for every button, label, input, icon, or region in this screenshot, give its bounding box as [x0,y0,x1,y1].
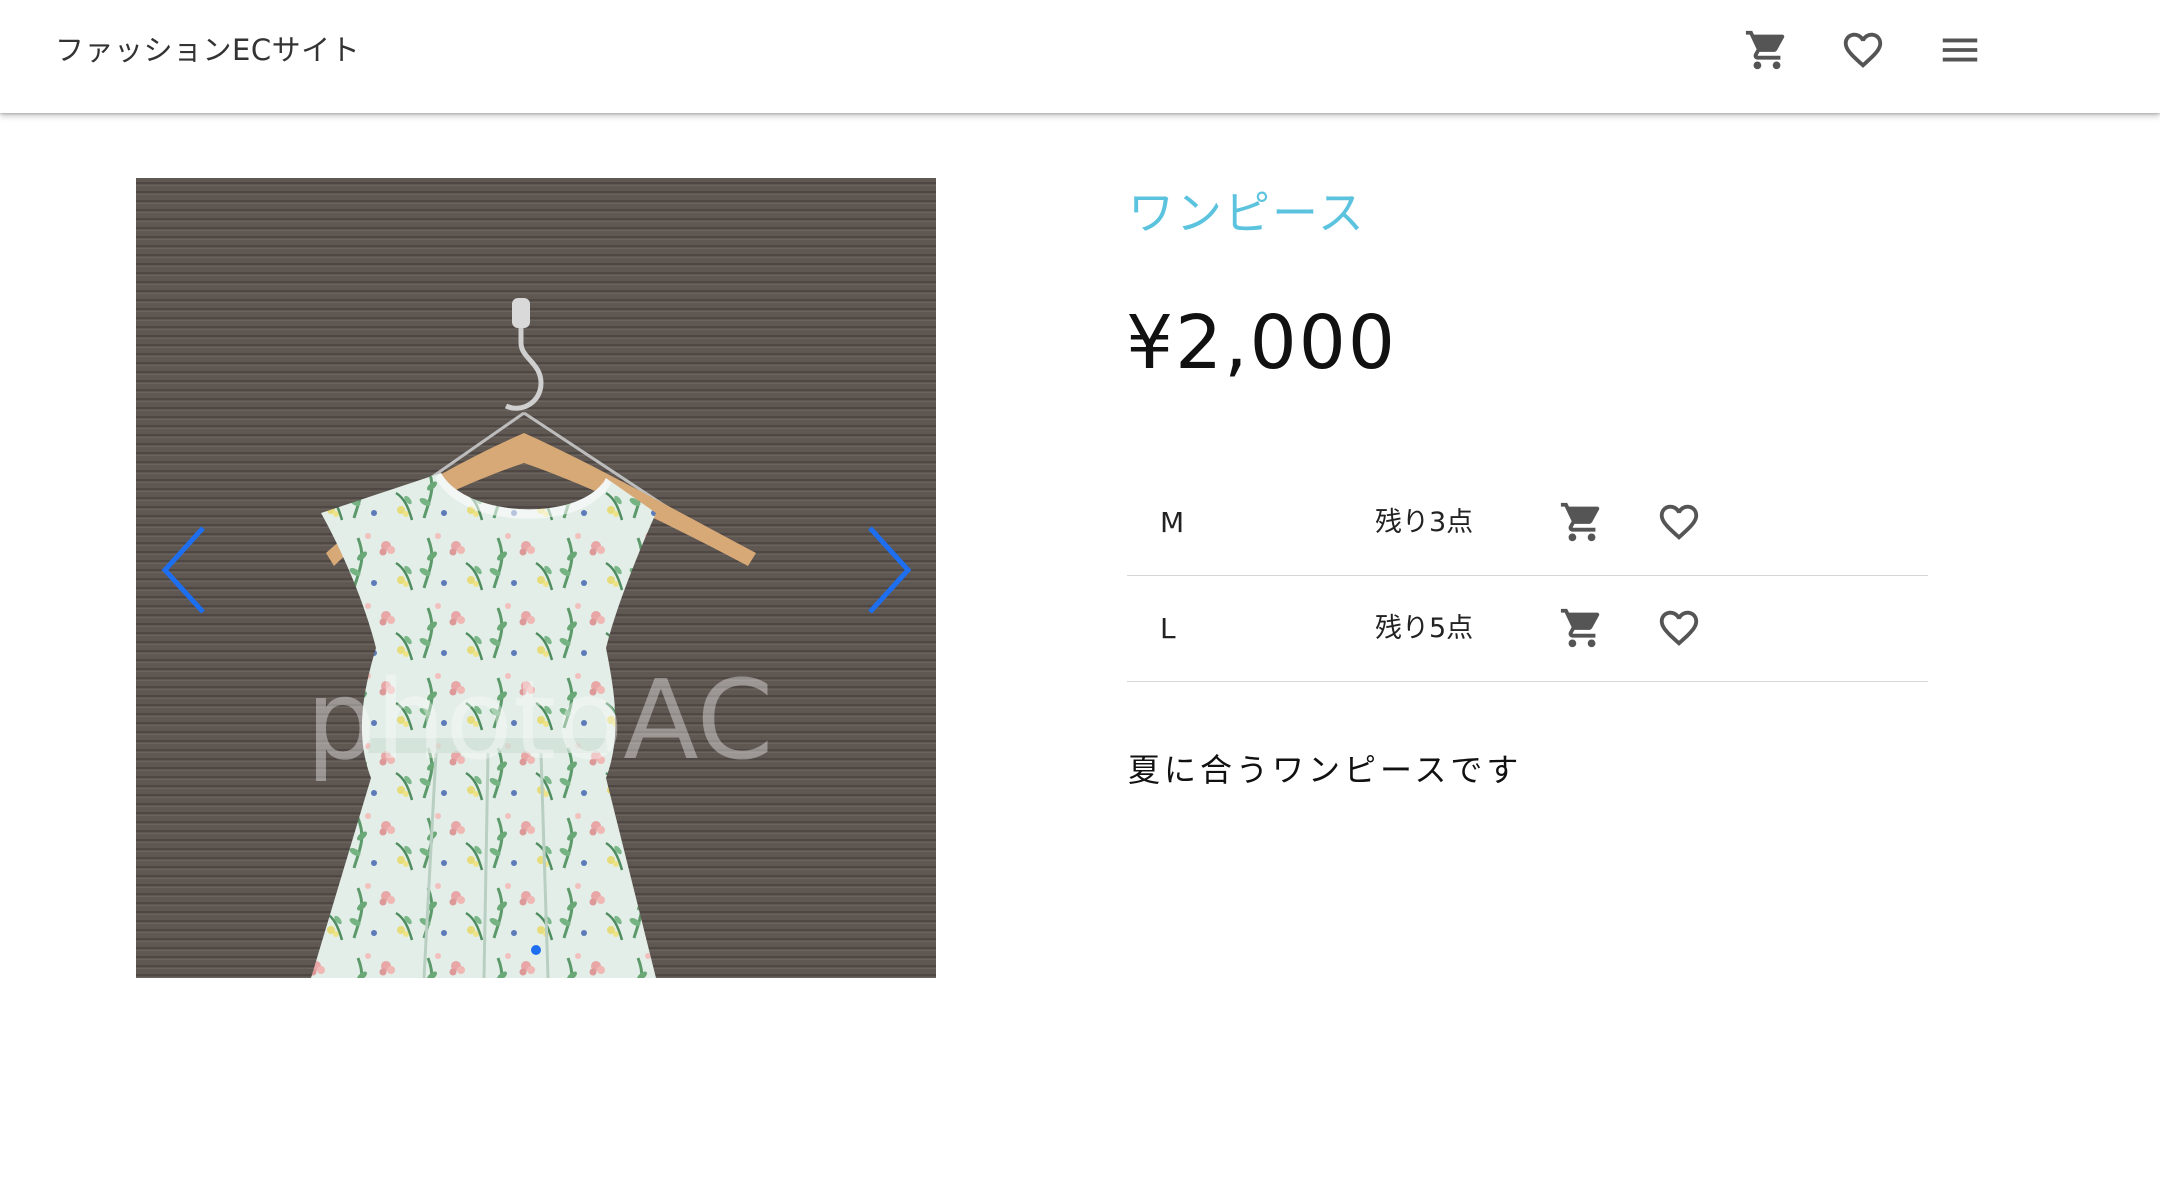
menu-icon [1942,38,1978,62]
carousel-dot-active[interactable] [531,945,541,955]
stock-row: M 残り3点 [1127,470,1928,576]
stock-remaining: 残り5点 [1375,613,1474,644]
site-title[interactable]: ファッションECサイト [55,30,360,70]
svg-text:photoAC: photoAC [306,656,773,784]
stock-table: M 残り3点 L 残り5点 [1127,470,1928,682]
header-menu-button[interactable] [1930,20,1990,80]
size-label: L [1160,612,1176,645]
chevron-right-icon [868,526,912,614]
cart-icon [1745,30,1785,70]
favorite-icon [1659,610,1699,646]
carousel-prev-button[interactable] [155,520,215,620]
size-label: M [1160,506,1185,539]
favorite-icon [1659,504,1699,540]
product-image-carousel[interactable]: photoAC [136,178,936,978]
stock-row: L 残り5点 [1127,576,1928,682]
cart-icon [1560,502,1600,542]
favorite-icon [1843,32,1883,68]
header-favorite-button[interactable] [1833,20,1893,80]
add-to-cart-button[interactable] [1557,603,1607,653]
carousel-next-button[interactable] [858,520,918,620]
product-price: ¥2,000 [1126,300,1397,386]
cart-icon [1560,608,1600,648]
product-name: ワンピース [1128,186,1366,240]
add-to-favorites-button[interactable] [1654,497,1704,547]
app-header: ファッションECサイト [0,0,2160,113]
product-description: 夏に合うワンピースです [1128,751,1523,789]
add-to-cart-button[interactable] [1557,497,1607,547]
add-to-favorites-button[interactable] [1654,603,1704,653]
stock-remaining: 残り3点 [1375,507,1474,538]
chevron-left-icon [161,526,205,614]
header-cart-button[interactable] [1737,20,1797,80]
product-photo: photoAC [136,178,936,978]
